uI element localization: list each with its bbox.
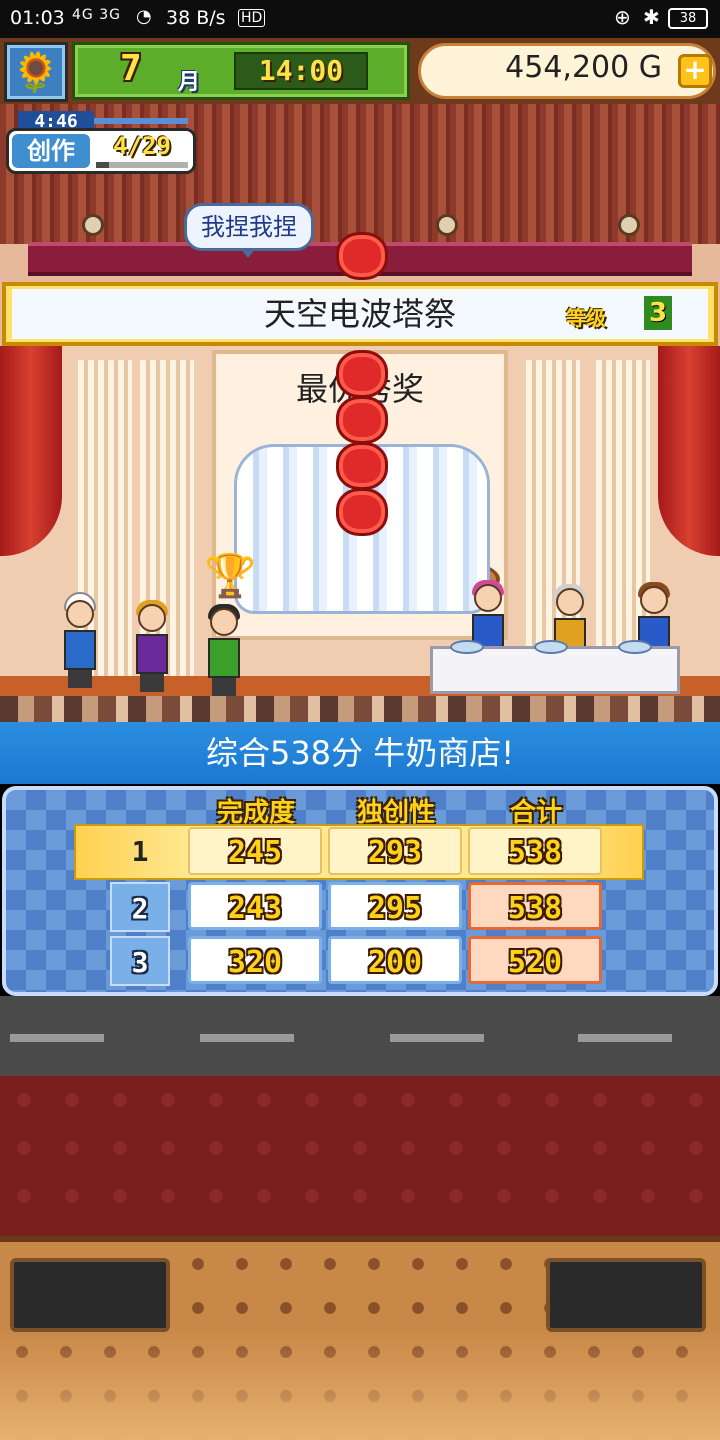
plate-icon	[534, 640, 568, 654]
plate-icon	[450, 640, 484, 654]
lamp-icon	[82, 214, 104, 236]
strawberry-icon	[336, 232, 388, 280]
lane-marking	[10, 1034, 104, 1042]
staff-character[interactable]	[204, 604, 244, 698]
lamp-icon	[436, 214, 458, 236]
score-cell-total: 538	[468, 827, 602, 875]
score-summary: 综合538分 牛奶商店!	[0, 722, 720, 784]
sunflower-menu-button[interactable]: 🌻	[4, 42, 68, 102]
wifi-icon: ◔	[136, 6, 152, 27]
staff-character[interactable]	[132, 600, 172, 694]
speech-bubble-tail	[240, 248, 256, 258]
back-curtain	[0, 104, 720, 244]
score-cell: 245	[188, 827, 322, 875]
hd-icon: HD	[238, 9, 266, 27]
rank-3: 3	[110, 936, 170, 986]
rank-1: 1	[131, 835, 149, 868]
lamp-icon	[618, 214, 640, 236]
month-label: 月	[178, 70, 201, 95]
month-number: 7	[120, 48, 142, 89]
creation-count: 4/29	[113, 132, 171, 160]
score-cell-total: 520	[468, 936, 602, 984]
bluetooth-icon: ✱	[643, 5, 660, 29]
right-panel-button[interactable]	[546, 1258, 706, 1332]
signal-icon: 4G 3G	[72, 7, 121, 23]
audience-row	[0, 696, 720, 722]
trophy-icon: 🏆	[204, 551, 257, 600]
left-curtain	[0, 346, 62, 556]
status-bar: 01:03 4G 3G ◔ 38 B/s HD ⊕ ✱ 38	[0, 0, 720, 38]
strawberry-icon	[336, 350, 388, 398]
speech-bubble: 我捏我捏	[184, 203, 314, 251]
add-gold-button[interactable]: +	[678, 54, 712, 88]
score-cell: 200	[328, 936, 462, 984]
right-curtain	[658, 346, 720, 556]
score-cell: 293	[328, 827, 462, 875]
gold-amount: 454,200 G	[505, 50, 662, 85]
clock-time: 14:00	[258, 54, 344, 87]
status-time: 01:03	[10, 7, 65, 29]
score-cell: 320	[188, 936, 322, 984]
score-cell-total: 538	[468, 882, 602, 930]
grade-value: 3	[644, 296, 672, 330]
left-panel-button[interactable]	[10, 1258, 170, 1332]
timer-line	[94, 118, 188, 124]
lane-marking	[200, 1034, 294, 1042]
score-cell: 243	[188, 882, 322, 930]
battery-icon: 38	[668, 8, 708, 29]
sunflower-icon: 🌻	[12, 50, 60, 94]
shop-carpet	[0, 1076, 720, 1236]
lock-icon: ⊕	[614, 5, 631, 29]
net-speed: 38 B/s	[166, 7, 226, 29]
lane-marking	[578, 1034, 672, 1042]
counter-shading	[0, 1330, 720, 1440]
score-cell: 295	[328, 882, 462, 930]
creation-progress-fill	[96, 162, 109, 168]
rank-2: 2	[110, 882, 170, 932]
plate-icon	[618, 640, 652, 654]
creation-label: 创作	[12, 134, 90, 168]
grade-label: 等级	[566, 306, 606, 330]
creation-progress-track	[96, 162, 188, 168]
lane-marking	[390, 1034, 484, 1042]
chef-character[interactable]	[60, 592, 100, 690]
strawberry-icon	[336, 488, 388, 536]
strawberry-icon	[336, 442, 388, 490]
strawberry-icon	[336, 396, 388, 444]
